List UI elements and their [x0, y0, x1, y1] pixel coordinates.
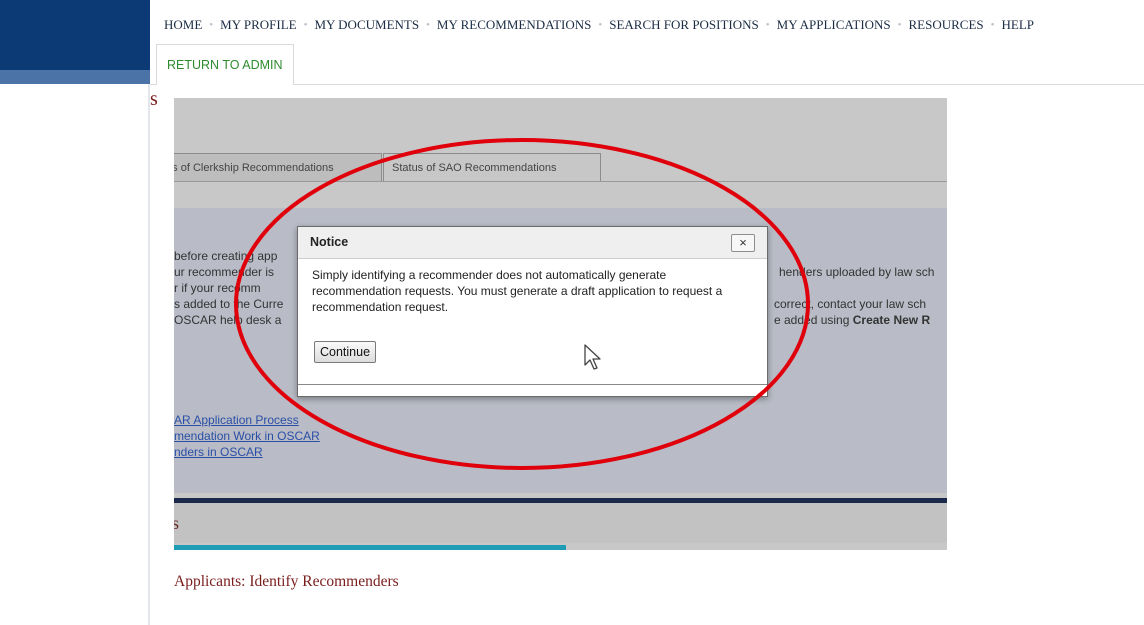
nav-separator: • [765, 19, 770, 31]
return-to-admin-tab[interactable]: RETURN TO ADMIN [156, 44, 294, 85]
tab-clerkship-recommendations[interactable]: tus of Clerkship Recommendations [174, 153, 382, 181]
dialog-footer-line [298, 384, 767, 385]
identify-recommenders-link[interactable]: Applicants: Identify Recommenders [174, 573, 399, 591]
info-line-right: henders uploaded by law sch [779, 265, 935, 279]
nav-separator: • [990, 19, 995, 31]
link-application-process[interactable]: AR Application Process [174, 413, 299, 427]
nav-help[interactable]: HELP [1002, 17, 1035, 33]
page-title-fragment: s [150, 88, 158, 110]
link-recommenders-in-oscar[interactable]: nders in OSCAR [174, 445, 263, 459]
info-line: s added to the Curre [174, 297, 284, 311]
nav-separator: • [897, 19, 902, 31]
tab-sao-recommendations[interactable]: Status of SAO Recommendations [383, 153, 601, 181]
nav-my-applications[interactable]: MY APPLICATIONS [777, 17, 891, 33]
continue-button[interactable]: Continue [314, 341, 377, 363]
dialog-title: Notice [310, 235, 349, 249]
brand-stripe [0, 70, 150, 84]
nav-my-profile[interactable]: MY PROFILE [220, 17, 296, 33]
nav-separator: • [598, 19, 603, 31]
nav-separator: • [209, 19, 214, 31]
section-header: rs [174, 503, 947, 543]
link-recommendation-work[interactable]: mendation Work in OSCAR [174, 429, 320, 443]
left-divider [148, 84, 150, 625]
info-line: r if your recomm [174, 281, 261, 295]
embedded-tab-bar: tus of Clerkship Recommendations Status … [174, 153, 947, 182]
info-line: OSCAR help desk a [174, 313, 282, 327]
nav-search-positions[interactable]: SEARCH FOR POSITIONS [609, 17, 759, 33]
info-line: before creating app [174, 249, 278, 263]
info-line-right: correct, contact your law sch [774, 297, 927, 311]
dialog-message: Simply identifying a recommender does no… [312, 268, 723, 314]
info-line-right: e added using Create New R [774, 313, 930, 327]
nav-separator: • [303, 19, 308, 31]
section-underline [174, 545, 566, 550]
notice-dialog: Notice × Simply identifying a recommende… [297, 226, 768, 397]
nav-my-recommendations[interactable]: MY RECOMMENDATIONS [437, 17, 591, 33]
nav-separator: • [426, 19, 430, 31]
close-icon[interactable]: × [731, 234, 755, 252]
top-navigation: HOME • MY PROFILE • MY DOCUMENTS • MY RE… [150, 0, 1144, 85]
nav-home[interactable]: HOME [164, 17, 202, 33]
create-new-link-text: Create New R [852, 313, 931, 327]
info-line: ur recommender is [174, 265, 275, 279]
nav-my-documents[interactable]: MY DOCUMENTS [314, 17, 419, 33]
nav-menu: HOME • MY PROFILE • MY DOCUMENTS • MY RE… [164, 17, 1034, 33]
dialog-title-bar: Notice × [298, 227, 767, 259]
section-title-fragment: rs [174, 513, 179, 533]
nav-resources[interactable]: RESOURCES [909, 17, 984, 33]
info-line-right-text: e added using [774, 313, 850, 327]
